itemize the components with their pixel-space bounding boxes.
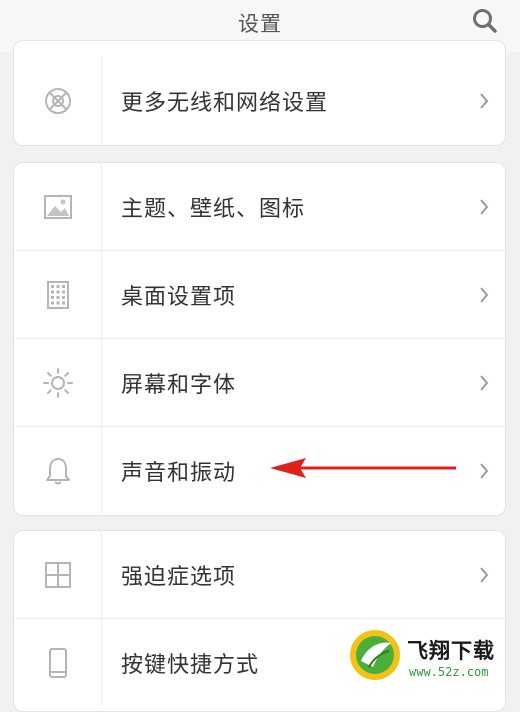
icon-cell	[14, 427, 102, 514]
page-title: 设置	[238, 12, 282, 36]
chevron-right-icon	[480, 198, 489, 215]
settings-item-desktop[interactable]: 桌面设置项	[14, 250, 505, 338]
image-icon	[43, 194, 72, 219]
icon-cell	[14, 251, 102, 338]
card-display: 主题、壁纸、图标 桌面设置项 屏幕和字体 声音和振动	[13, 162, 506, 516]
icon-cell	[14, 163, 102, 250]
search-icon[interactable]	[470, 6, 500, 36]
settings-item-ocd-options[interactable]: 强迫症选项	[14, 531, 505, 618]
settings-item-label: 强迫症选项	[121, 564, 237, 590]
wireless-icon	[44, 87, 71, 114]
settings-item-label: 声音和振动	[121, 460, 237, 486]
icon-cell	[14, 531, 102, 618]
settings-item-sound-vibration[interactable]: 声音和振动	[14, 426, 505, 514]
settings-item-theme[interactable]: 主题、壁纸、图标	[14, 163, 505, 250]
square-grid-icon	[44, 561, 71, 588]
watermark: 飞翔下载 www.52z.com	[343, 623, 520, 690]
settings-item-label: 屏幕和字体	[121, 372, 237, 398]
chevron-right-icon	[480, 286, 489, 303]
chevron-right-icon	[480, 462, 489, 479]
icon-cell	[14, 339, 102, 426]
settings-item-label: 按键快捷方式	[121, 652, 260, 678]
settings-item-label: 桌面设置项	[121, 284, 237, 310]
settings-item-label: 主题、壁纸、图标	[121, 196, 306, 222]
settings-item-label: 更多无线和网络设置	[121, 90, 329, 116]
card-network: 更多无线和网络设置	[13, 40, 506, 146]
icon-cell	[14, 57, 102, 144]
watermark-brand: 飞翔下载	[407, 639, 495, 663]
grid-icon	[46, 280, 69, 309]
chevron-right-icon	[480, 92, 489, 109]
watermark-site: www.52z.com	[409, 665, 489, 679]
chevron-right-icon	[480, 566, 489, 583]
settings-item-screen-font[interactable]: 屏幕和字体	[14, 338, 505, 426]
phone-icon	[48, 647, 67, 678]
watermark-logo-icon	[350, 630, 400, 680]
icon-cell	[14, 619, 102, 706]
bell-icon	[45, 457, 70, 484]
sun-icon	[42, 367, 73, 398]
chevron-right-icon	[480, 374, 489, 391]
settings-item-more-wireless[interactable]: 更多无线和网络设置	[14, 57, 505, 144]
